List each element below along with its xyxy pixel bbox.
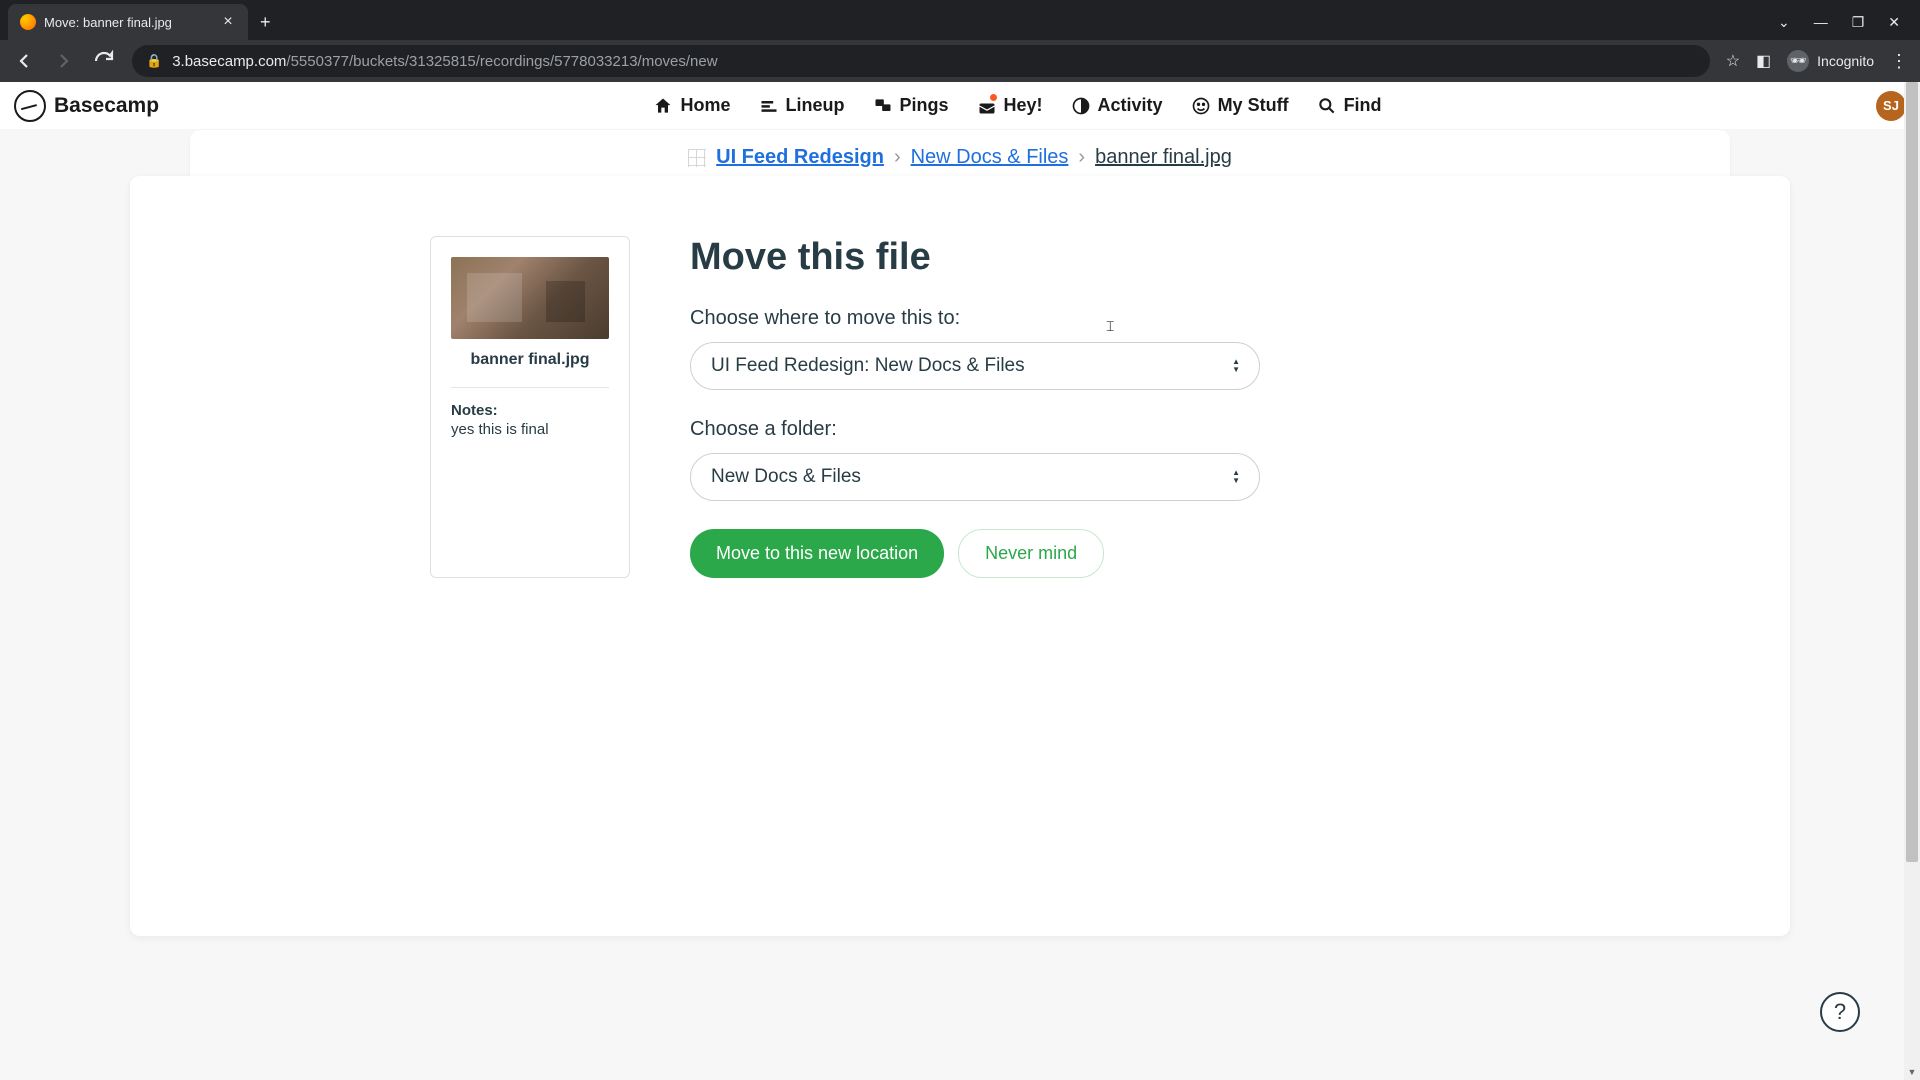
file-card: banner final.jpg Notes: yes this is fina… bbox=[430, 236, 630, 578]
url-bar[interactable]: 🔒 3.basecamp.com/5550377/buckets/3132581… bbox=[132, 45, 1710, 77]
breadcrumb-section[interactable]: New Docs & Files bbox=[911, 146, 1069, 169]
scrollbar-thumb[interactable] bbox=[1906, 82, 1918, 862]
lock-icon: 🔒 bbox=[146, 53, 162, 69]
reload-button[interactable] bbox=[92, 49, 116, 73]
incognito-label: Incognito bbox=[1817, 53, 1874, 69]
nav-mystuff[interactable]: My Stuff bbox=[1191, 95, 1289, 116]
forward-button[interactable] bbox=[52, 49, 76, 73]
breadcrumb-project[interactable]: UI Feed Redesign bbox=[716, 146, 884, 169]
back-button[interactable] bbox=[12, 49, 36, 73]
tab-title: Move: banner final.jpg bbox=[44, 15, 212, 30]
file-name: banner final.jpg bbox=[451, 351, 609, 369]
nav-find[interactable]: Find bbox=[1317, 95, 1382, 116]
home-icon bbox=[653, 96, 673, 116]
nav-activity[interactable]: Activity bbox=[1071, 95, 1163, 116]
search-icon bbox=[1317, 96, 1337, 116]
destination-label: Choose where to move this to: bbox=[690, 307, 1490, 330]
browser-tab[interactable]: Move: banner final.jpg × bbox=[8, 4, 248, 40]
nav-hey[interactable]: Hey! bbox=[977, 95, 1043, 116]
main-nav: Home Lineup Pings Hey! Activity My Stuff… bbox=[653, 95, 1381, 116]
move-button[interactable]: Move to this new location bbox=[690, 529, 944, 578]
address-bar: 🔒 3.basecamp.com/5550377/buckets/3132581… bbox=[0, 40, 1920, 82]
notification-dot-icon bbox=[989, 93, 998, 102]
url-path: /5550377/buckets/31325815/recordings/577… bbox=[286, 53, 717, 70]
lineup-icon bbox=[759, 96, 779, 116]
breadcrumb: UI Feed Redesign › New Docs & Files › ba… bbox=[688, 146, 1232, 169]
tab-search-icon[interactable]: ⌄ bbox=[1778, 14, 1790, 31]
close-tab-icon[interactable]: × bbox=[220, 14, 236, 30]
close-window-icon[interactable]: ✕ bbox=[1888, 14, 1900, 31]
app-header: Basecamp Home Lineup Pings Hey! Activity… bbox=[0, 82, 1920, 130]
pings-icon bbox=[873, 96, 893, 116]
incognito-icon: 🕶 bbox=[1787, 50, 1809, 72]
scroll-down-icon[interactable]: ▼ bbox=[1904, 1064, 1920, 1080]
logo-text: Basecamp bbox=[54, 94, 159, 118]
cancel-button[interactable]: Never mind bbox=[958, 529, 1104, 578]
grid-icon[interactable] bbox=[688, 149, 706, 167]
divider bbox=[451, 387, 609, 388]
logo[interactable]: Basecamp bbox=[14, 90, 159, 122]
nav-lineup[interactable]: Lineup bbox=[759, 95, 845, 116]
breadcrumb-band: UI Feed Redesign › New Docs & Files › ba… bbox=[190, 130, 1730, 182]
minimize-icon[interactable]: — bbox=[1814, 14, 1828, 30]
destination-select[interactable]: UI Feed Redesign: New Docs & Files bbox=[690, 342, 1260, 390]
url-domain: 3.basecamp.com bbox=[172, 53, 286, 70]
breadcrumb-sep: › bbox=[894, 146, 901, 169]
extensions-icon[interactable]: ◧ bbox=[1756, 51, 1771, 71]
file-thumbnail bbox=[451, 257, 609, 339]
breadcrumb-sep: › bbox=[1078, 146, 1085, 169]
mystuff-icon bbox=[1191, 96, 1211, 116]
folder-label: Choose a folder: bbox=[690, 418, 1490, 441]
window-controls: ⌄ — ❐ ✕ bbox=[1778, 4, 1920, 40]
logo-mark-icon bbox=[14, 90, 46, 122]
notes-label: Notes: bbox=[451, 402, 609, 419]
page-title: Move this file bbox=[690, 236, 1490, 279]
bookmark-star-icon[interactable]: ☆ bbox=[1726, 51, 1740, 71]
new-tab-button[interactable]: + bbox=[248, 4, 283, 40]
folder-select[interactable]: New Docs & Files bbox=[690, 453, 1260, 501]
browser-chrome: Move: banner final.jpg × + ⌄ — ❐ ✕ 🔒 3.b… bbox=[0, 0, 1920, 82]
activity-icon bbox=[1071, 96, 1091, 116]
tab-bar: Move: banner final.jpg × + ⌄ — ❐ ✕ bbox=[0, 0, 1920, 40]
breadcrumb-file[interactable]: banner final.jpg bbox=[1095, 146, 1232, 169]
move-form: Move this file Choose where to move this… bbox=[690, 236, 1490, 578]
maximize-icon[interactable]: ❐ bbox=[1852, 14, 1865, 31]
browser-menu-icon[interactable]: ⋮ bbox=[1890, 51, 1908, 72]
tab-favicon-icon bbox=[20, 14, 36, 30]
nav-pings[interactable]: Pings bbox=[873, 95, 949, 116]
notes-text: yes this is final bbox=[451, 421, 609, 438]
help-fab[interactable]: ? bbox=[1820, 992, 1860, 1032]
nav-home[interactable]: Home bbox=[653, 95, 730, 116]
main-card: banner final.jpg Notes: yes this is fina… bbox=[130, 176, 1790, 936]
avatar[interactable]: SJ bbox=[1876, 91, 1906, 121]
scrollbar[interactable]: ▼ bbox=[1904, 82, 1920, 1080]
incognito-badge[interactable]: 🕶 Incognito bbox=[1787, 50, 1874, 72]
